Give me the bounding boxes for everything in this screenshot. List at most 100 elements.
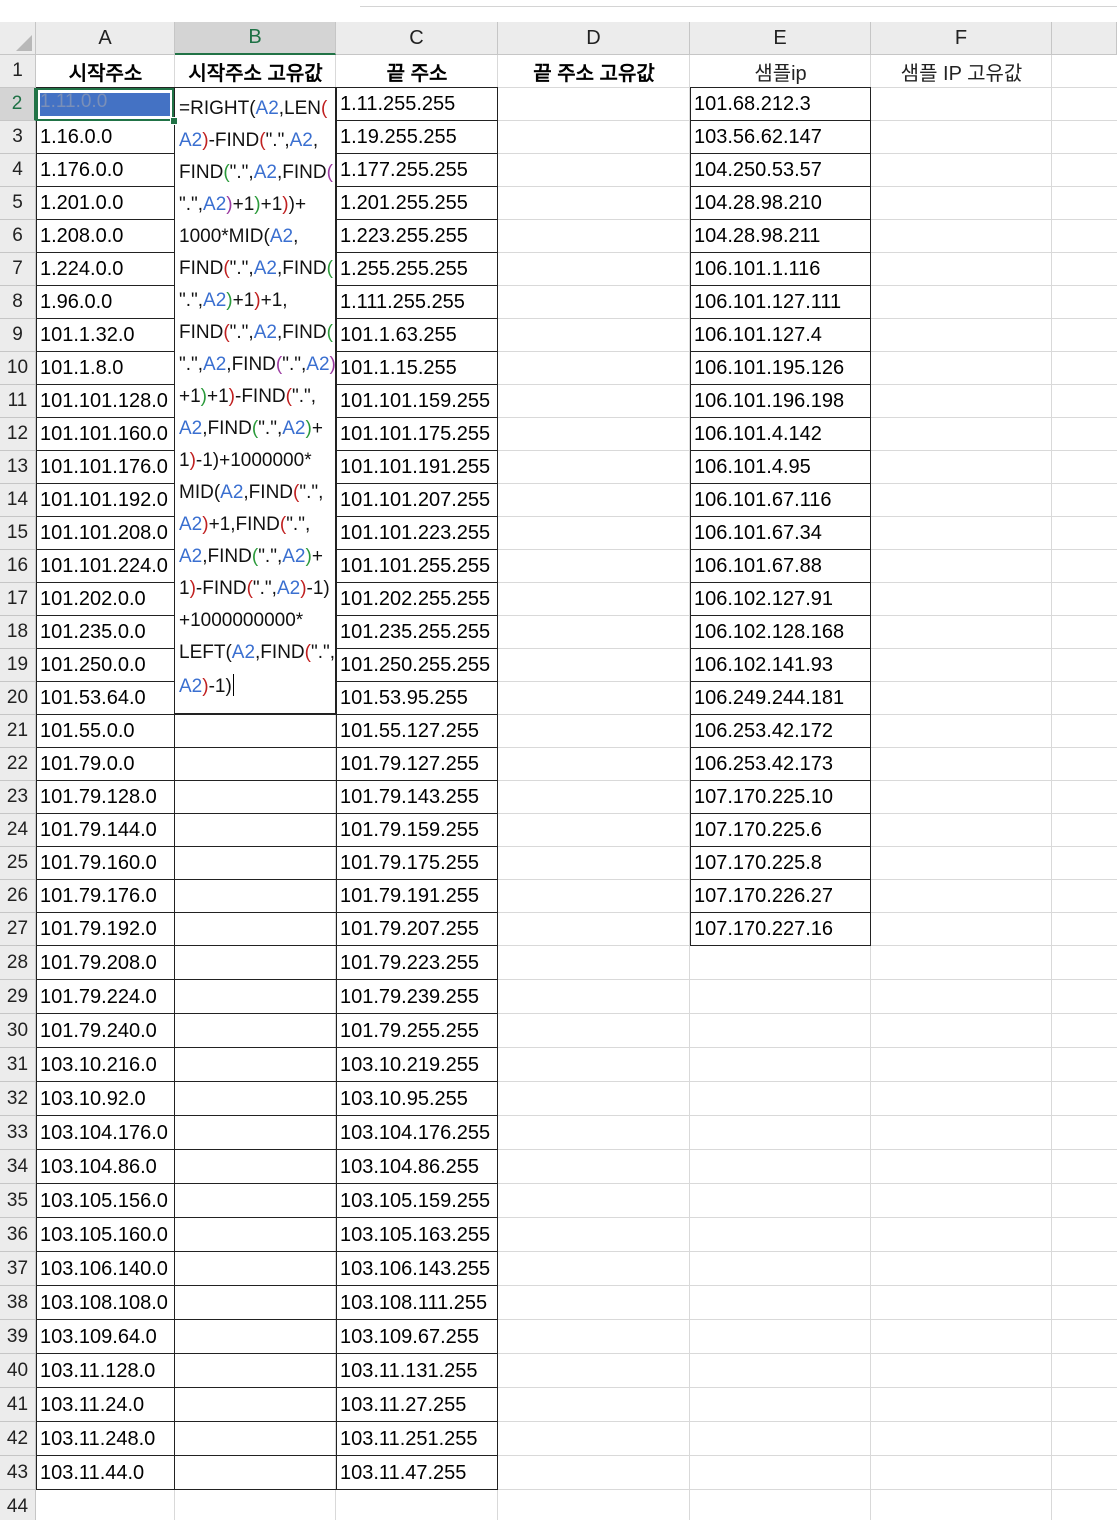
formula-line[interactable]: +1)+1)-FIND(".",: [179, 386, 316, 408]
column-header-d[interactable]: D: [498, 22, 690, 55]
cell-a19[interactable]: 101.250.0.0: [36, 649, 175, 682]
cell-a32[interactable]: 103.10.92.0: [36, 1082, 175, 1116]
cell-a28[interactable]: 101.79.208.0: [36, 946, 175, 980]
row-header[interactable]: 22: [0, 748, 36, 781]
cell-a13[interactable]: 101.101.176.0: [36, 451, 175, 484]
cell-c20[interactable]: 101.53.95.255: [336, 682, 498, 715]
cell-a20[interactable]: 101.53.64.0: [36, 682, 175, 715]
cell-a17[interactable]: 101.202.0.0: [36, 583, 175, 616]
cell-a11[interactable]: 101.101.128.0: [36, 385, 175, 418]
row-header[interactable]: 6: [0, 220, 36, 253]
cell-a21[interactable]: 101.55.0.0: [36, 715, 175, 748]
row-header[interactable]: 23: [0, 781, 36, 814]
formula-line[interactable]: ".",A2)+1)+1))+: [179, 194, 306, 216]
cell-a30[interactable]: 101.79.240.0: [36, 1014, 175, 1048]
cell-c8[interactable]: 1.111.255.255: [336, 286, 498, 319]
cell-c40[interactable]: 103.11.131.255: [336, 1354, 498, 1388]
row-header[interactable]: 10: [0, 352, 36, 385]
row-header[interactable]: 27: [0, 913, 36, 946]
cell-a12[interactable]: 101.101.160.0: [36, 418, 175, 451]
cell-e23[interactable]: 107.170.225.10: [690, 781, 871, 814]
cell-e19[interactable]: 106.102.141.93: [690, 649, 871, 682]
row-header[interactable]: 9: [0, 319, 36, 352]
cell-e15[interactable]: 106.101.67.34: [690, 517, 871, 550]
row-header[interactable]: 43: [0, 1456, 36, 1490]
row-header[interactable]: 33: [0, 1116, 36, 1150]
cell-e9[interactable]: 106.101.127.4: [690, 319, 871, 352]
cell-c29[interactable]: 101.79.239.255: [336, 980, 498, 1014]
row-header[interactable]: 35: [0, 1184, 36, 1218]
cell-a14[interactable]: 101.101.192.0: [36, 484, 175, 517]
cell-c3[interactable]: 1.19.255.255: [336, 121, 498, 154]
row-header[interactable]: 13: [0, 451, 36, 484]
row-header[interactable]: 28: [0, 946, 36, 980]
cell-a38[interactable]: 103.108.108.0: [36, 1286, 175, 1320]
cell-e5[interactable]: 104.28.98.210: [690, 187, 871, 220]
formula-line[interactable]: FIND(".",A2,FIND(: [179, 162, 333, 184]
cell-a39[interactable]: 103.109.64.0: [36, 1320, 175, 1354]
cell-c22[interactable]: 101.79.127.255: [336, 748, 498, 781]
cell-e27[interactable]: 107.170.227.16: [690, 913, 871, 946]
cell-e24[interactable]: 107.170.225.6: [690, 814, 871, 847]
formula-line[interactable]: FIND(".",A2,FIND(: [179, 322, 333, 344]
cell-e3[interactable]: 103.56.62.147: [690, 121, 871, 154]
cell-c5[interactable]: 1.201.255.255: [336, 187, 498, 220]
cell-a22[interactable]: 101.79.0.0: [36, 748, 175, 781]
cell-c11[interactable]: 101.101.159.255: [336, 385, 498, 418]
cell-e13[interactable]: 106.101.4.95: [690, 451, 871, 484]
row-header[interactable]: 3: [0, 121, 36, 154]
cell-a5[interactable]: 1.201.0.0: [36, 187, 175, 220]
cell-a29[interactable]: 101.79.224.0: [36, 980, 175, 1014]
cell-c15[interactable]: 101.101.223.255: [336, 517, 498, 550]
header-cell-f[interactable]: 샘플 IP 고유값: [871, 55, 1052, 88]
cell-a25[interactable]: 101.79.160.0: [36, 847, 175, 880]
cell-c6[interactable]: 1.223.255.255: [336, 220, 498, 253]
cell-e11[interactable]: 106.101.196.198: [690, 385, 871, 418]
row-header[interactable]: 36: [0, 1218, 36, 1252]
header-cell-c[interactable]: 끝 주소: [336, 55, 498, 88]
cell-c23[interactable]: 101.79.143.255: [336, 781, 498, 814]
row-header[interactable]: 29: [0, 980, 36, 1014]
column-header-f[interactable]: F: [871, 22, 1052, 55]
row-header[interactable]: 1: [0, 55, 36, 88]
cell-a35[interactable]: 103.105.156.0: [36, 1184, 175, 1218]
cell-a16[interactable]: 101.101.224.0: [36, 550, 175, 583]
header-cell-b[interactable]: 시작주소 고유값: [175, 55, 336, 88]
cell-e17[interactable]: 106.102.127.91: [690, 583, 871, 616]
row-header[interactable]: 11: [0, 385, 36, 418]
cell-a6[interactable]: 1.208.0.0: [36, 220, 175, 253]
cell-c7[interactable]: 1.255.255.255: [336, 253, 498, 286]
formula-line[interactable]: A2)-FIND(".",A2,: [179, 130, 318, 152]
cell-e18[interactable]: 106.102.128.168: [690, 616, 871, 649]
cell-a33[interactable]: 103.104.176.0: [36, 1116, 175, 1150]
formula-line[interactable]: 1000*MID(A2,: [179, 226, 298, 248]
cell-a36[interactable]: 103.105.160.0: [36, 1218, 175, 1252]
cell-a10[interactable]: 101.1.8.0: [36, 352, 175, 385]
cell-e22[interactable]: 106.253.42.173: [690, 748, 871, 781]
cell-c10[interactable]: 101.1.15.255: [336, 352, 498, 385]
row-header[interactable]: 32: [0, 1082, 36, 1116]
cell-a24[interactable]: 101.79.144.0: [36, 814, 175, 847]
cell-c2[interactable]: 1.11.255.255: [336, 88, 498, 121]
formula-line[interactable]: MID(A2,FIND(".",: [179, 482, 323, 504]
cell-c18[interactable]: 101.235.255.255: [336, 616, 498, 649]
cell-c35[interactable]: 103.105.159.255: [336, 1184, 498, 1218]
column-header-a[interactable]: A: [36, 22, 175, 55]
cell-c31[interactable]: 103.10.219.255: [336, 1048, 498, 1082]
column-header-c[interactable]: C: [336, 22, 498, 55]
cell-e26[interactable]: 107.170.226.27: [690, 880, 871, 913]
row-header[interactable]: 34: [0, 1150, 36, 1184]
cell-a23[interactable]: 101.79.128.0: [36, 781, 175, 814]
column-header-g[interactable]: [1052, 22, 1117, 55]
row-header[interactable]: 20: [0, 682, 36, 715]
cell-c25[interactable]: 101.79.175.255: [336, 847, 498, 880]
row-header[interactable]: 17: [0, 583, 36, 616]
cell-a15[interactable]: 101.101.208.0: [36, 517, 175, 550]
column-header-e[interactable]: E: [690, 22, 871, 55]
cell-c37[interactable]: 103.106.143.255: [336, 1252, 498, 1286]
cell-c34[interactable]: 103.104.86.255: [336, 1150, 498, 1184]
row-header[interactable]: 8: [0, 286, 36, 319]
cell-c21[interactable]: 101.55.127.255: [336, 715, 498, 748]
cell-e10[interactable]: 106.101.195.126: [690, 352, 871, 385]
cell-c27[interactable]: 101.79.207.255: [336, 913, 498, 946]
